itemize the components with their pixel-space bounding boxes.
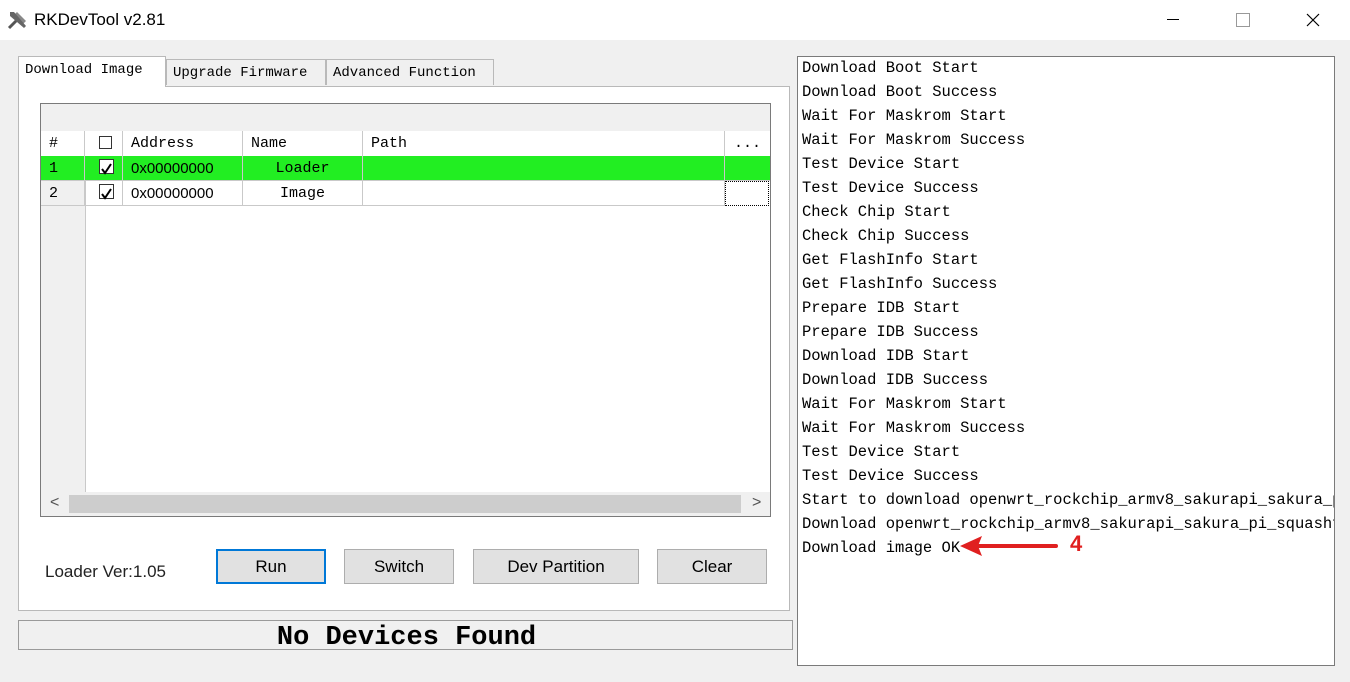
scroll-right-icon[interactable]: > <box>752 494 761 512</box>
log-line: Prepare IDB Start <box>802 299 961 317</box>
row-address[interactable]: 0x00000000 <box>123 181 243 206</box>
annotation-arrow-icon <box>960 536 1058 556</box>
window-title: RKDevTool v2.81 <box>34 10 166 29</box>
log-line: Prepare IDB Success <box>802 323 979 341</box>
log-line: Wait For Maskrom Success <box>802 419 1026 437</box>
download-image-panel: # Address Name Path ... 1 0x00000000 Loa… <box>18 86 790 611</box>
log-line: Download IDB Start <box>802 347 970 365</box>
log-line: Check Chip Start <box>802 203 951 221</box>
row-path[interactable] <box>363 156 725 181</box>
app-icon <box>7 12 26 30</box>
tab-download-image[interactable]: Download Image <box>18 56 166 87</box>
row-browse[interactable] <box>725 181 769 206</box>
header-address[interactable]: Address <box>123 131 243 156</box>
row-num: 1 <box>41 156 85 181</box>
dev-partition-button[interactable]: Dev Partition <box>473 549 639 584</box>
row-number-column <box>41 156 86 492</box>
table-top-band <box>41 104 770 132</box>
log-line: Get FlashInfo Success <box>802 275 998 293</box>
row-browse[interactable] <box>725 156 770 181</box>
minimize-button[interactable] <box>1138 0 1208 40</box>
row-address[interactable]: 0x00000000 <box>123 156 243 181</box>
log-line: Get FlashInfo Start <box>802 251 979 269</box>
row-checkbox[interactable] <box>99 184 114 200</box>
clear-button[interactable]: Clear <box>657 549 767 584</box>
log-line: Wait For Maskrom Success <box>802 131 1026 149</box>
switch-button[interactable]: Switch <box>344 549 454 584</box>
tab-advanced-function[interactable]: Advanced Function <box>326 59 494 85</box>
select-all-checkbox[interactable] <box>99 136 112 149</box>
device-status: No Devices Found <box>276 623 537 653</box>
log-line: Download image OK <box>802 539 961 557</box>
annotation-number: 4 <box>1070 531 1083 556</box>
header-check[interactable] <box>85 131 123 156</box>
log-output[interactable]: Download Boot Start Download Boot Success… <box>797 56 1335 666</box>
header-more[interactable]: ... <box>725 131 770 156</box>
row-path[interactable] <box>363 181 725 206</box>
header-path[interactable]: Path <box>363 131 725 156</box>
tab-upgrade-firmware[interactable]: Upgrade Firmware <box>166 59 326 85</box>
close-button[interactable] <box>1278 0 1348 40</box>
row-check-cell <box>85 181 123 206</box>
tab-control: Download Image Upgrade Firmware Advanced… <box>18 56 790 611</box>
log-line: Check Chip Success <box>802 227 970 245</box>
log-line: Test Device Start <box>802 443 961 461</box>
loader-version: Loader Ver:1.05 <box>45 562 166 581</box>
log-line: Download IDB Success <box>802 371 989 389</box>
log-line: Download openwrt_rockchip_armv8_sakurapi… <box>802 515 1335 533</box>
checkmark-icon <box>101 163 112 175</box>
header-num[interactable]: # <box>41 131 85 156</box>
table-header: # Address Name Path ... <box>41 131 770 157</box>
log-line: Download Boot Start <box>802 59 979 77</box>
row-name[interactable]: Loader <box>243 156 363 181</box>
maximize-button[interactable] <box>1208 0 1278 40</box>
horizontal-scrollbar[interactable]: < > <box>41 492 770 516</box>
checkmark-icon <box>101 188 112 200</box>
run-button[interactable]: Run <box>216 549 326 584</box>
minimize-icon <box>1167 19 1179 20</box>
status-bar: No Devices Found <box>18 620 793 653</box>
row-num: 2 <box>41 181 85 206</box>
scroll-thumb[interactable] <box>69 495 741 513</box>
image-table: # Address Name Path ... 1 0x00000000 Loa… <box>40 103 771 517</box>
log-line: Test Device Start <box>802 155 961 173</box>
row-name[interactable]: Image <box>243 181 363 206</box>
title-bar: RKDevTool v2.81 <box>0 0 1350 40</box>
header-name[interactable]: Name <box>243 131 363 156</box>
table-row[interactable]: 2 0x00000000 Image <box>41 181 770 206</box>
close-icon <box>1306 13 1320 27</box>
log-line: Test Device Success <box>802 467 979 485</box>
scroll-left-icon[interactable]: < <box>50 494 59 512</box>
maximize-icon <box>1236 13 1250 27</box>
row-check-cell <box>85 156 123 181</box>
table-row[interactable]: 1 0x00000000 Loader <box>41 156 770 181</box>
log-line: Download Boot Success <box>802 83 998 101</box>
log-line: Test Device Success <box>802 179 979 197</box>
log-line: Wait For Maskrom Start <box>802 395 1007 413</box>
row-checkbox[interactable] <box>99 159 114 175</box>
log-line: Wait For Maskrom Start <box>802 107 1007 125</box>
log-line: Start to download openwrt_rockchip_armv8… <box>802 491 1335 509</box>
